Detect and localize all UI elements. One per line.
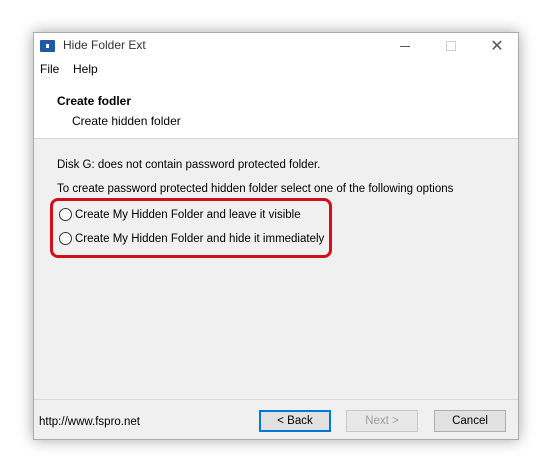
close-button[interactable]: ✕ [474,33,520,59]
page-title: Create fodler [57,94,132,108]
menu-bar: File Help [34,59,518,79]
window-title: Hide Folder Ext [63,38,146,52]
title-bar[interactable]: Hide Folder Ext ✕ [34,33,518,59]
menu-help[interactable]: Help [73,62,98,76]
next-button[interactable]: Next > [346,410,418,432]
divider [34,399,518,400]
lock-folder-icon [40,40,55,52]
option-label: Create My Hidden Folder and hide it imme… [75,232,325,245]
close-icon: ✕ [490,38,504,55]
menu-file[interactable]: File [40,62,59,76]
minimize-icon [400,45,410,47]
option-leave-visible[interactable]: Create My Hidden Folder and leave it vis… [59,208,301,221]
instruction-text: To create password protected hidden fold… [57,183,454,195]
wizard-header: Create fodler Create hidden folder [34,79,518,139]
cancel-button[interactable]: Cancel [434,410,506,432]
website-link[interactable]: http://www.fspro.net [39,416,140,428]
dialog-window: Hide Folder Ext ✕ File Help Create fodle… [33,32,519,440]
page-subtitle: Create hidden folder [72,114,181,128]
disk-status-text: Disk G: does not contain password protec… [57,159,321,171]
option-label: Create My Hidden Folder and leave it vis… [75,208,301,221]
radio-button[interactable] [59,208,72,221]
minimize-button[interactable] [382,33,428,59]
radio-button[interactable] [59,232,72,245]
option-hide-immediately[interactable]: Create My Hidden Folder and hide it imme… [59,232,324,245]
maximize-icon [446,41,456,51]
back-button[interactable]: < Back [259,410,331,432]
highlight-annotation [50,198,332,258]
maximize-button[interactable] [428,33,474,59]
